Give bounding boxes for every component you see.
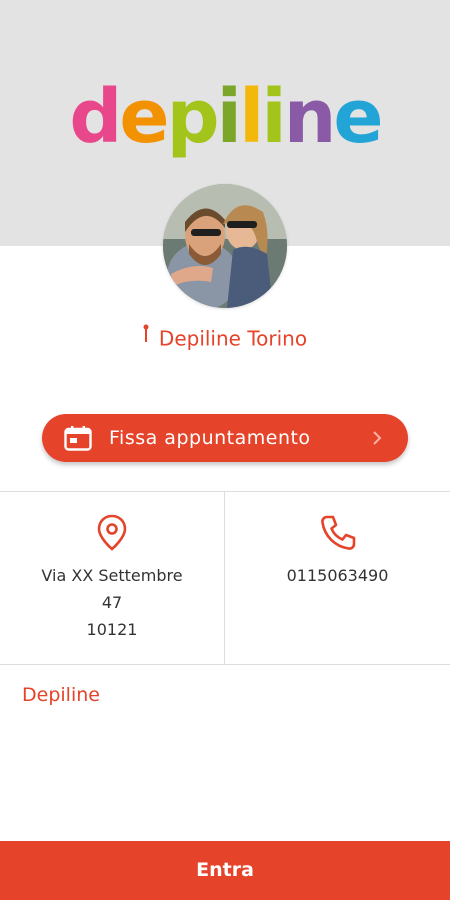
map-marker-icon <box>96 514 128 556</box>
address-number: 47 <box>101 593 123 612</box>
book-appointment-button[interactable]: Fissa appuntamento <box>42 414 408 462</box>
logo-letter: p <box>166 74 220 160</box>
store-name: Depiline Torino <box>158 326 308 351</box>
logo-letter: d <box>69 74 122 160</box>
phone-cell[interactable]: 0115063490 <box>225 492 450 664</box>
logo-letter: l <box>238 74 264 160</box>
phone-icon <box>319 514 357 556</box>
book-appointment-label: Fissa appuntamento <box>109 427 311 449</box>
depiline-logo: depiline <box>0 72 450 162</box>
calendar-icon <box>64 426 92 455</box>
chevron-right-icon <box>372 430 382 450</box>
logo-letter: e <box>119 74 169 160</box>
store-location: Depiline Torino <box>0 318 450 358</box>
logo-letter: e <box>333 74 383 160</box>
map-pin-icon <box>143 316 149 354</box>
address-street: Via XX Settembre <box>41 566 183 585</box>
store-avatar <box>163 184 287 308</box>
logo-letter: n <box>283 74 337 160</box>
address-cell[interactable]: Via XX Settembre 47 10121 <box>0 492 224 664</box>
logo-letter: i <box>216 74 242 160</box>
address-zip: 10121 <box>86 620 138 639</box>
phone-number: 0115063490 <box>286 566 389 585</box>
enter-button[interactable]: Entra <box>0 841 450 900</box>
logo-letter: i <box>261 74 286 160</box>
store-description: Depiline <box>22 684 100 706</box>
contact-info: Via XX Settembre 47 10121 0115063490 <box>0 491 450 665</box>
